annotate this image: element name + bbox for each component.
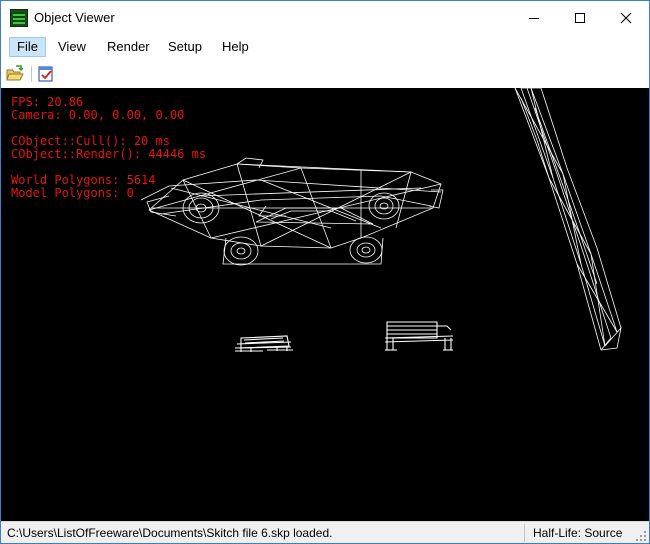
toolbar [1, 59, 649, 88]
app-logo-icon [10, 9, 28, 27]
stats-overlay: FPS: 20.86 Camera: 0.00, 0.00, 0.00 CObj… [11, 96, 206, 200]
menu-file[interactable]: File [9, 37, 46, 57]
close-icon [620, 12, 632, 24]
check-document-icon [38, 66, 53, 82]
cull-time-readout: CObject::Cull(): 20 ms [11, 134, 170, 148]
open-folder-button[interactable] [5, 64, 25, 84]
render-time-readout: CObject::Render(): 44446 ms [11, 147, 207, 161]
check-document-button[interactable] [36, 64, 56, 84]
status-bar: C:\Users\ListOfFreeware\Documents\Skitch… [1, 521, 649, 543]
fps-readout: FPS: 20.86 [11, 95, 84, 109]
bench-large [384, 321, 454, 351]
maximize-button[interactable] [557, 1, 603, 35]
status-divider [524, 524, 525, 542]
toolbar-separator [31, 66, 32, 82]
minimize-icon [529, 18, 539, 19]
maximize-icon [575, 13, 585, 23]
camera-readout: Camera: 0.00, 0.00, 0.00 [11, 108, 185, 122]
world-polygons-readout: World Polygons: 5614 [11, 173, 156, 187]
menu-render[interactable]: Render [100, 37, 157, 57]
menu-setup[interactable]: Setup [161, 37, 209, 57]
render-viewport[interactable]: FPS: 20.86 Camera: 0.00, 0.00, 0.00 CObj… [1, 88, 649, 521]
model-polygons-readout: Model Polygons: 0 [11, 186, 134, 200]
status-mode: Half-Life: Source [533, 526, 623, 540]
app-window: Object Viewer File View Render Setup Hel… [0, 0, 650, 544]
resize-grip-icon[interactable] [636, 531, 647, 542]
menu-help[interactable]: Help [215, 37, 256, 57]
menu-view[interactable]: View [51, 37, 93, 57]
bench-small [234, 335, 293, 352]
title-bar[interactable]: Object Viewer [1, 1, 649, 35]
status-message: C:\Users\ListOfFreeware\Documents\Skitch… [7, 526, 333, 540]
open-folder-icon [6, 65, 24, 81]
lamp-post [514, 88, 622, 351]
window-title: Object Viewer [34, 10, 115, 25]
menu-bar: File View Render Setup Help [1, 35, 649, 59]
minimize-button[interactable] [511, 1, 557, 35]
close-button[interactable] [603, 1, 649, 35]
